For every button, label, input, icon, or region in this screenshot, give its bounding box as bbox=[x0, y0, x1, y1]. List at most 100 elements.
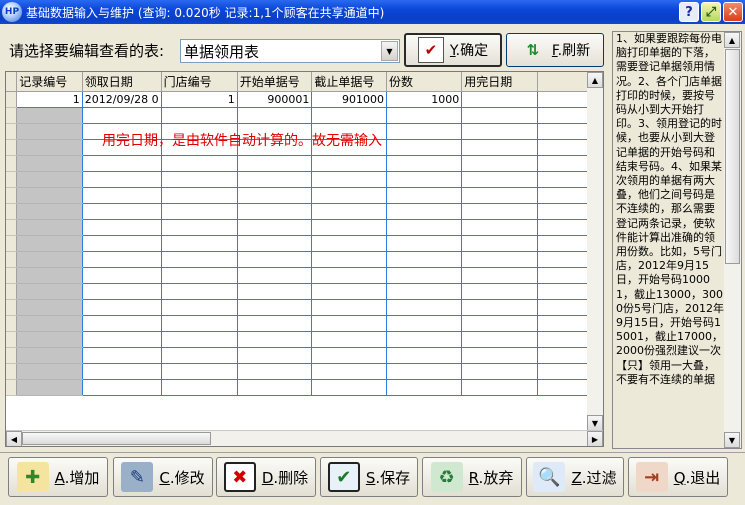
table-cell[interactable] bbox=[461, 123, 539, 140]
table-cell[interactable] bbox=[161, 203, 238, 220]
table-cell[interactable] bbox=[16, 203, 83, 220]
discard-button[interactable]: ♻ R.放弃 bbox=[422, 457, 522, 497]
column-header[interactable]: 份数 bbox=[386, 72, 463, 92]
table-row-empty[interactable] bbox=[6, 363, 603, 380]
row-selector[interactable] bbox=[6, 299, 18, 316]
table-row-empty[interactable] bbox=[6, 267, 603, 284]
table-cell[interactable] bbox=[161, 363, 238, 380]
table-row-empty[interactable] bbox=[6, 171, 603, 188]
scroll-up-icon[interactable]: ▲ bbox=[587, 72, 603, 88]
table-row-empty[interactable] bbox=[6, 379, 603, 396]
table-cell[interactable] bbox=[82, 187, 162, 204]
table-row-empty[interactable] bbox=[6, 299, 603, 316]
table-cell[interactable] bbox=[386, 251, 463, 268]
table-cell[interactable] bbox=[237, 331, 313, 348]
table-cell[interactable] bbox=[82, 347, 162, 364]
table-cell[interactable] bbox=[311, 219, 387, 236]
table-cell[interactable] bbox=[311, 283, 387, 300]
maximize-icon[interactable]: ⤢ bbox=[701, 2, 721, 22]
grid-vertical-scrollbar[interactable]: ▲ ▼ bbox=[587, 72, 603, 431]
table-row-empty[interactable] bbox=[6, 203, 603, 220]
table-row-empty[interactable] bbox=[6, 251, 603, 268]
table-cell[interactable] bbox=[311, 331, 387, 348]
scroll-down-icon[interactable]: ▼ bbox=[587, 415, 603, 431]
row-selector[interactable] bbox=[6, 363, 18, 380]
table-cell[interactable] bbox=[82, 171, 162, 188]
row-selector[interactable] bbox=[6, 139, 18, 156]
scroll-thumb[interactable] bbox=[22, 432, 211, 445]
table-cell[interactable] bbox=[82, 155, 162, 172]
help-icon[interactable]: ? bbox=[679, 2, 699, 22]
table-cell[interactable] bbox=[237, 379, 313, 396]
table-cell[interactable] bbox=[311, 363, 387, 380]
table-cell[interactable] bbox=[161, 267, 238, 284]
column-header[interactable]: 开始单据号 bbox=[237, 72, 313, 92]
table-cell[interactable] bbox=[82, 219, 162, 236]
edit-button[interactable]: ✎ C.修改 bbox=[113, 457, 213, 497]
table-cell[interactable] bbox=[161, 219, 238, 236]
table-cell[interactable] bbox=[16, 331, 83, 348]
table-cell[interactable] bbox=[461, 219, 539, 236]
table-row-empty[interactable] bbox=[6, 331, 603, 348]
table-cell[interactable] bbox=[386, 139, 463, 156]
table-cell[interactable]: 901000 bbox=[311, 91, 387, 108]
table-cell[interactable] bbox=[16, 139, 83, 156]
table-cell[interactable] bbox=[237, 315, 313, 332]
table-cell[interactable] bbox=[82, 267, 162, 284]
row-selector[interactable] bbox=[6, 379, 18, 396]
table-cell[interactable] bbox=[311, 267, 387, 284]
help-scrollbar[interactable]: ▲ ▼ bbox=[724, 32, 741, 448]
table-cell[interactable] bbox=[82, 235, 162, 252]
column-header[interactable]: 截止单据号 bbox=[311, 72, 387, 92]
confirm-button[interactable]: ✔ Y.确定 bbox=[404, 33, 502, 67]
table-row[interactable]: 1 2012/09/28 0 1 900001 901000 1000 bbox=[6, 91, 603, 108]
table-cell[interactable] bbox=[16, 219, 83, 236]
table-cell[interactable] bbox=[16, 171, 83, 188]
table-cell[interactable] bbox=[16, 251, 83, 268]
row-selector[interactable] bbox=[6, 251, 18, 268]
table-cell[interactable] bbox=[311, 315, 387, 332]
row-selector[interactable] bbox=[6, 155, 18, 172]
table-cell[interactable] bbox=[461, 331, 539, 348]
table-cell[interactable] bbox=[82, 363, 162, 380]
table-cell[interactable] bbox=[16, 315, 83, 332]
data-grid[interactable]: 记录编号 领取日期 门店编号 开始单据号 截止单据号 份数 用完日期 1 201… bbox=[5, 71, 604, 447]
help-panel[interactable]: 1、如果要跟踪每份电脑打印单据的下落，需要登记单据领用情况。2、各个门店单据打印… bbox=[612, 31, 742, 449]
row-selector[interactable] bbox=[6, 283, 18, 300]
column-header[interactable]: 领取日期 bbox=[82, 72, 162, 92]
chevron-down-icon[interactable]: ▼ bbox=[381, 41, 398, 61]
table-cell[interactable] bbox=[16, 123, 83, 140]
table-cell[interactable] bbox=[161, 299, 238, 316]
table-cell[interactable] bbox=[311, 299, 387, 316]
table-cell[interactable] bbox=[386, 155, 463, 172]
table-cell[interactable]: 1 bbox=[16, 91, 83, 108]
filter-button[interactable]: 🔍 Z.过滤 bbox=[526, 457, 624, 497]
table-cell[interactable] bbox=[311, 107, 387, 124]
table-cell[interactable] bbox=[386, 347, 463, 364]
table-cell[interactable] bbox=[82, 379, 162, 396]
table-row-empty[interactable] bbox=[6, 347, 603, 364]
table-cell[interactable] bbox=[161, 251, 238, 268]
table-select[interactable]: 单据领用表 ▼ bbox=[180, 39, 400, 63]
table-cell[interactable] bbox=[237, 107, 313, 124]
table-cell[interactable] bbox=[237, 187, 313, 204]
row-selector[interactable] bbox=[6, 187, 18, 204]
table-cell[interactable] bbox=[16, 187, 83, 204]
table-cell[interactable] bbox=[16, 267, 83, 284]
row-selector[interactable] bbox=[6, 107, 18, 124]
table-cell[interactable] bbox=[16, 235, 83, 252]
table-cell[interactable] bbox=[161, 283, 238, 300]
table-cell[interactable] bbox=[386, 123, 463, 140]
row-selector[interactable] bbox=[6, 315, 18, 332]
table-cell[interactable] bbox=[82, 251, 162, 268]
table-cell[interactable] bbox=[386, 283, 463, 300]
table-row-empty[interactable] bbox=[6, 315, 603, 332]
table-row-empty[interactable] bbox=[6, 155, 603, 172]
table-cell[interactable] bbox=[16, 363, 83, 380]
table-cell[interactable] bbox=[82, 283, 162, 300]
close-icon[interactable]: ✕ bbox=[723, 2, 743, 22]
table-cell[interactable] bbox=[461, 251, 539, 268]
scroll-down-icon[interactable]: ▼ bbox=[724, 432, 740, 448]
table-row-empty[interactable] bbox=[6, 283, 603, 300]
scroll-up-icon[interactable]: ▲ bbox=[724, 32, 740, 48]
